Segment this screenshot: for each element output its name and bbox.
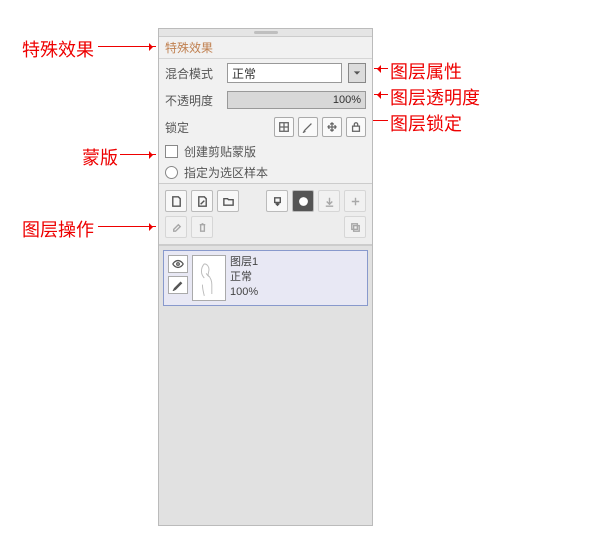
selection-sample-radio[interactable] [165,166,178,179]
blend-mode-dropdown-button[interactable] [348,63,366,83]
duplicate-layer-button[interactable] [344,216,366,238]
add-button[interactable] [344,190,366,212]
arrow [374,94,388,95]
opacity-value: 100% [333,94,361,106]
opacity-label: 不透明度 [165,92,221,109]
lock-label: 锁定 [165,119,221,136]
section-title: 特殊效果 [159,37,372,59]
anno-layer-lock: 图层锁定 [390,110,462,136]
clip-mask-row[interactable]: 创建剪贴蒙版 [159,141,372,162]
arrow [98,226,156,227]
visibility-toggle[interactable] [168,255,188,273]
layer-list[interactable]: 图层1 正常 100% [159,245,372,525]
lock-row: 锁定 [159,113,372,141]
selection-sample-label: 指定为选区样本 [184,164,268,181]
layer-mode: 正常 [230,270,258,285]
lock-transparent-button[interactable] [274,117,294,137]
panel-drag-handle[interactable] [159,29,372,37]
anno-mask: 蒙版 [82,144,118,170]
layer-item[interactable]: 图层1 正常 100% [163,250,368,306]
lock-paint-button[interactable] [298,117,318,137]
layer-thumbnail [192,255,226,301]
blend-mode-row: 混合模式 正常 [159,59,372,87]
blend-mode-label: 混合模式 [165,65,221,82]
anno-special-effects: 特殊效果 [22,36,94,62]
edit-toggle[interactable] [168,276,188,294]
clear-layer-button[interactable] [165,216,187,238]
arrow [120,154,156,155]
opacity-row: 不透明度 100% [159,87,372,113]
layer-name: 图层1 [230,255,258,270]
opacity-slider[interactable]: 100% [227,91,366,109]
new-linework-layer-button[interactable] [191,190,213,212]
layer-mask-button[interactable] [292,190,314,212]
new-folder-button[interactable] [217,190,239,212]
layer-opacity: 100% [230,285,258,300]
transfer-down-button[interactable] [266,190,288,212]
merge-down-button[interactable] [318,190,340,212]
selection-sample-row[interactable]: 指定为选区样本 [159,162,372,183]
delete-layer-button[interactable] [191,216,213,238]
arrow [374,68,388,69]
lock-all-button[interactable] [346,117,366,137]
blend-mode-select[interactable]: 正常 [227,63,342,83]
arrow [98,46,156,47]
new-layer-button[interactable] [165,190,187,212]
anno-layer-props: 图层属性 [390,58,462,84]
anno-layer-opacity: 图层透明度 [390,84,480,110]
layer-info: 图层1 正常 100% [230,255,258,301]
lock-move-button[interactable] [322,117,342,137]
clip-mask-label: 创建剪贴蒙版 [184,143,256,160]
blend-mode-value: 正常 [232,65,256,82]
layer-toolbar [159,183,372,245]
layers-panel: 特殊效果 混合模式 正常 不透明度 100% 锁定 创建剪贴蒙版 指定为选区样本 [158,28,373,526]
anno-layer-ops: 图层操作 [22,216,94,242]
clip-mask-checkbox[interactable] [165,145,178,158]
